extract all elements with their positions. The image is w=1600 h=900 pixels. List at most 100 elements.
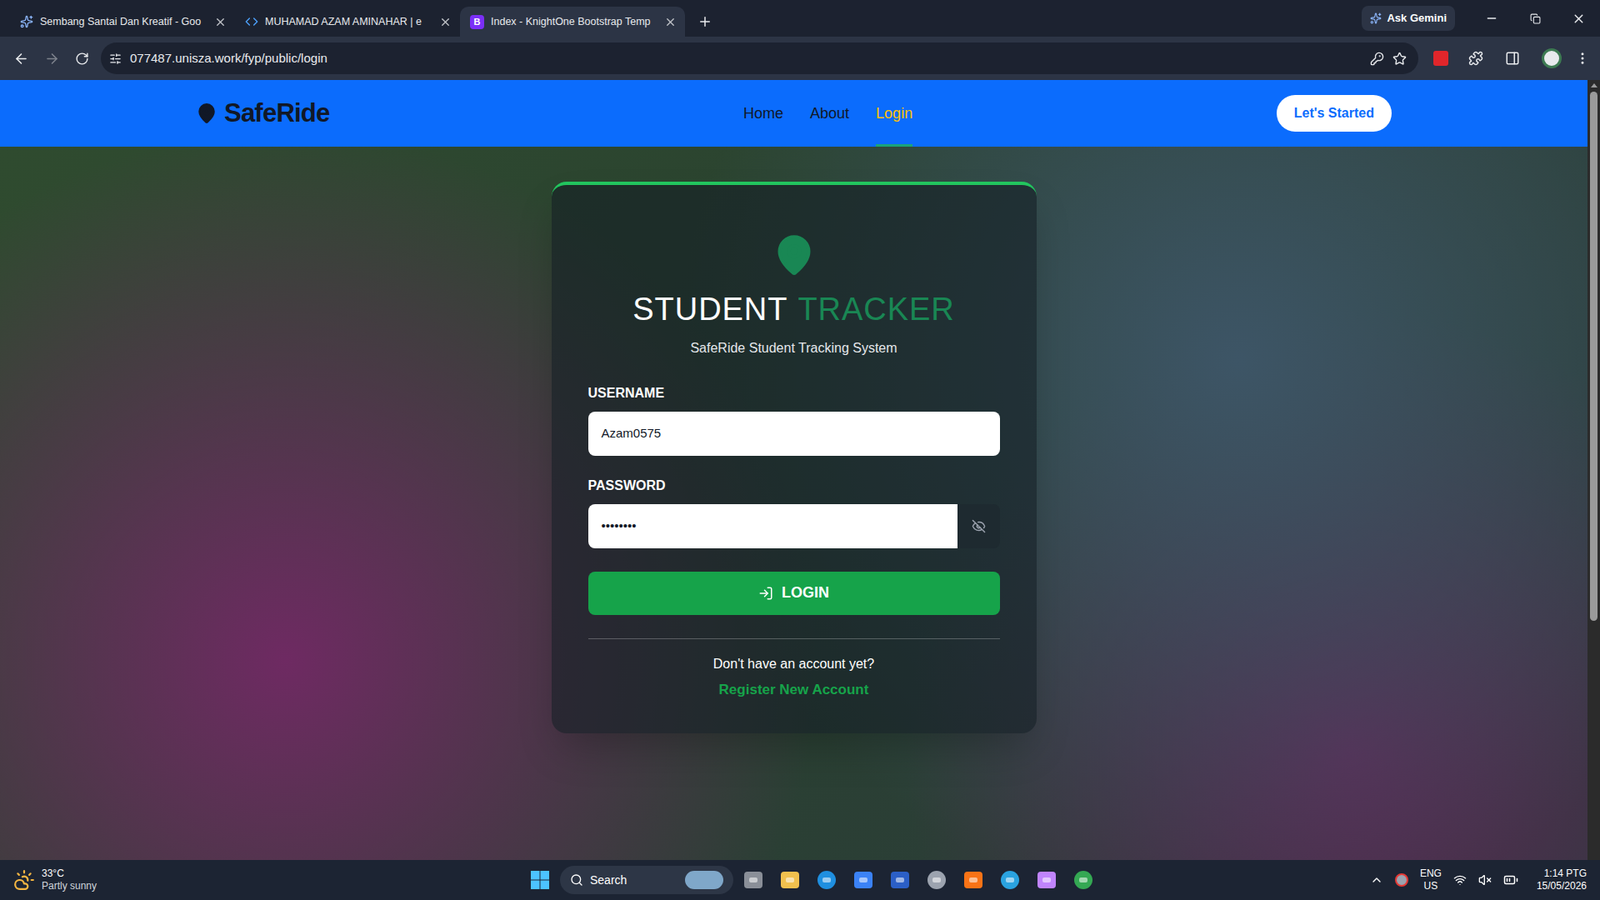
xampp-icon[interactable] (956, 863, 990, 897)
field-label: USERNAME (588, 383, 1000, 404)
side-panel-icon[interactable] (1505, 50, 1520, 66)
volume-muted-icon[interactable] (1478, 873, 1492, 887)
taskbar: 33°CPartly sunny Search ENGUS 1:14 PTG15/05… (0, 860, 1600, 900)
browser-tab[interactable]: Sembang Santai Dan Kreatif - Goo (10, 6, 235, 37)
tab-title: Index - KnightOne Bootstrap Temp (490, 14, 658, 30)
nav-item[interactable]: Home (743, 80, 784, 147)
telegram-icon[interactable] (993, 863, 1027, 897)
screen: Sembang Santai Dan Kreatif - Goo MUHAMAD … (0, 0, 1600, 900)
chrome-icon[interactable] (1066, 863, 1100, 897)
browser-tab[interactable]: MUHAMAD AZAM AMINAHAR | e (235, 6, 460, 37)
cta-button[interactable]: Let's Started (1276, 95, 1392, 132)
page-viewport: SafeRide Home About Login Let's Started STUDE… (0, 80, 1600, 860)
wifi-icon[interactable] (1453, 873, 1467, 887)
scrollbar-thumb[interactable] (1590, 91, 1598, 621)
task-view-icon[interactable] (736, 863, 770, 897)
chatgpt-icon[interactable] (920, 863, 954, 897)
edge-icon[interactable] (810, 863, 844, 897)
close-button[interactable] (1556, 0, 1600, 37)
register-prompt: Don't have an account yet? (713, 654, 875, 675)
background-photo: STUDENTTRACKER SafeRide Student Tracking … (0, 146, 1588, 860)
weather-widget[interactable]: 33°CPartly sunny (13, 867, 480, 893)
form-field: USERNAME Azam0575 (588, 383, 1000, 456)
bookmark-icon[interactable] (1392, 51, 1407, 66)
tray-expand-icon[interactable] (1370, 873, 1384, 887)
card-subtitle: SafeRide Student Tracking System (690, 338, 897, 359)
scrollbar (1587, 80, 1600, 860)
nav-item[interactable]: About (810, 80, 850, 147)
battery-icon[interactable] (1503, 872, 1519, 888)
site-logo[interactable]: SafeRide (195, 94, 330, 134)
search-highlight-icon (685, 870, 724, 890)
restore-icon (1530, 13, 1541, 25)
profile-avatar-icon[interactable] (1541, 48, 1562, 69)
site-header: SafeRide Home About Login Let's Started (0, 80, 1588, 147)
login-form: USERNAME Azam0575 PASSWORD •••••••• (588, 383, 1000, 549)
url-text: 077487.unisza.work/fyp/public/login (130, 49, 1362, 69)
file-explorer-icon[interactable] (773, 863, 807, 897)
tab-title: MUHAMAD AZAM AMINAHAR | e (265, 14, 433, 30)
weather-icon (13, 869, 35, 891)
extension-red-icon[interactable] (1433, 50, 1449, 66)
plus-icon (697, 14, 713, 30)
username-input[interactable]: Azam0575 (588, 411, 1000, 456)
close-tab-icon[interactable] (439, 15, 452, 29)
close-tab-icon[interactable] (214, 15, 227, 29)
logo-text: SafeRide (224, 94, 330, 134)
clock[interactable]: 1:14 PTG15/05/2026 (1536, 867, 1587, 893)
tab-strip: Sembang Santai Dan Kreatif - Goo MUHAMAD … (0, 0, 1600, 37)
site-nav: Home About Login (743, 80, 913, 147)
forward-icon[interactable] (44, 50, 60, 67)
site-info-icon[interactable] (109, 52, 122, 65)
password-input[interactable]: •••••••• (588, 504, 958, 549)
back-icon[interactable] (13, 50, 30, 67)
minimize-icon (1485, 11, 1499, 25)
taskbar-search[interactable]: Search (560, 865, 734, 895)
login-card: STUDENTTRACKER SafeRide Student Tracking … (551, 181, 1037, 734)
search-icon (570, 873, 584, 887)
toolbar: 077487.unisza.work/fyp/public/login (0, 36, 1600, 80)
gemini-icon (20, 15, 34, 29)
logo-pin-icon (195, 102, 218, 125)
reload-icon[interactable] (75, 51, 90, 66)
code-icon (245, 15, 259, 29)
card-title: STUDENTTRACKER (632, 290, 955, 330)
key-icon[interactable] (1370, 51, 1385, 66)
card-pin-icon (772, 233, 816, 277)
eye-off-icon (971, 519, 986, 534)
minimize-button[interactable] (1470, 0, 1514, 37)
taskbar-apps: Search (523, 863, 1370, 897)
language-indicator[interactable]: ENGUS (1420, 867, 1442, 893)
windows-icon (530, 870, 550, 890)
bootstrap-icon: B (470, 15, 485, 30)
browser-tab[interactable]: B Index - KnightOne Bootstrap Temp (460, 6, 685, 37)
nav-active-underline (875, 144, 913, 147)
word-icon[interactable] (883, 863, 917, 897)
gemini-icon (1370, 12, 1382, 25)
form-field: PASSWORD •••••••• (588, 475, 1000, 549)
restore-button[interactable] (1513, 0, 1557, 37)
start-button[interactable] (523, 863, 557, 897)
login-button[interactable]: LOGIN (588, 571, 1000, 615)
login-icon (758, 585, 774, 601)
field-label: PASSWORD (588, 475, 1000, 496)
page: SafeRide Home About Login Let's Started STUDE… (0, 80, 1588, 860)
system-tray: ENGUS 1:14 PTG15/05/2026 (1370, 867, 1587, 893)
tray-app-icon[interactable] (1395, 873, 1409, 887)
register-link[interactable]: Register New Account (719, 679, 870, 701)
new-tab-button[interactable] (690, 6, 720, 37)
nav-item[interactable]: Login (875, 80, 913, 147)
tab-title: Sembang Santai Dan Kreatif - Goo (40, 14, 208, 30)
window-controls (1470, 0, 1600, 37)
menu-icon[interactable] (1575, 50, 1590, 66)
copilot-icon[interactable] (1030, 863, 1064, 897)
divider (588, 638, 1000, 640)
extensions-icon[interactable] (1468, 50, 1484, 66)
close-icon (1571, 11, 1586, 26)
address-bar[interactable]: 077487.unisza.work/fyp/public/login (100, 42, 1419, 75)
toggle-password-button[interactable] (957, 504, 1000, 549)
scroll-up-arrow[interactable] (1590, 83, 1598, 88)
close-tab-icon[interactable] (664, 15, 677, 29)
ask-gemini-button[interactable]: Ask Gemini (1361, 5, 1455, 31)
store-icon[interactable] (846, 863, 880, 897)
